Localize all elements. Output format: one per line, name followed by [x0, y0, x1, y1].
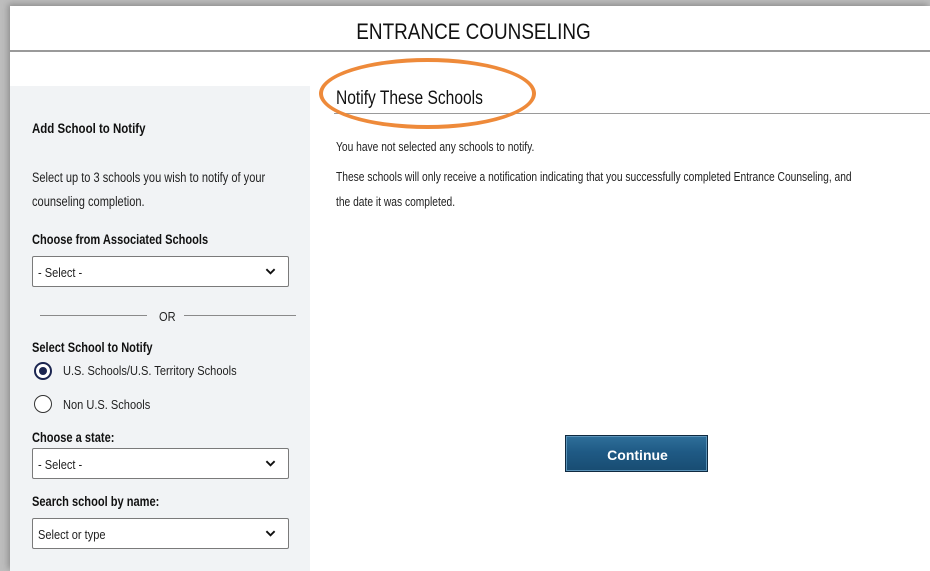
- or-divider-text: OR: [159, 309, 176, 324]
- associated-schools-select-value: - Select -: [38, 265, 83, 280]
- radio-non-us-schools-label[interactable]: Non U.S. Schools: [63, 397, 166, 412]
- page-frame: ENTRANCE COUNSELING Add School to Notify…: [10, 6, 930, 571]
- state-select[interactable]: - Select -: [32, 448, 289, 479]
- or-divider: OR: [32, 309, 298, 324]
- no-selection-message: You have not selected any schools to not…: [336, 140, 578, 154]
- select-school-label-text: Select School to Notify: [32, 340, 153, 355]
- search-school-label-text: Search school by name:: [32, 494, 160, 509]
- choose-state-label: Choose a state:: [32, 430, 133, 445]
- state-select-value: - Select -: [38, 457, 83, 472]
- chevron-down-icon: [265, 530, 276, 537]
- continue-button[interactable]: Continue: [565, 435, 708, 472]
- no-selection-message-text: You have not selected any schools to not…: [336, 140, 535, 154]
- sidebar-description-line1: Select up to 3 schools you wish to notif…: [32, 170, 266, 185]
- choose-state-label-text: Choose a state:: [32, 430, 115, 445]
- notification-info-line1: These schools will only receive a notifi…: [336, 170, 930, 184]
- add-school-sidebar: Add School to Notify Select up to 3 scho…: [10, 86, 310, 571]
- sidebar-description-line2: counseling completion.: [32, 194, 145, 209]
- notification-info-line1-text: These schools will only receive a notifi…: [336, 170, 852, 184]
- continue-button-label: Continue: [607, 447, 668, 463]
- radio-non-us-schools-label-text: Non U.S. Schools: [63, 397, 151, 412]
- page-header: ENTRANCE COUNSELING: [10, 6, 930, 52]
- radio-us-schools[interactable]: [34, 362, 52, 380]
- select-school-label: Select School to Notify: [32, 340, 179, 355]
- associated-schools-label-text: Choose from Associated Schools: [32, 232, 209, 247]
- sidebar-description: Select up to 3 schools you wish to notif…: [32, 166, 316, 214]
- chevron-down-icon: [265, 268, 276, 275]
- search-school-select-value: Select or type: [38, 527, 106, 542]
- notification-info-line2-text: the date it was completed.: [336, 195, 456, 209]
- highlight-ellipse-annotation: [319, 58, 536, 129]
- associated-schools-select[interactable]: - Select -: [32, 256, 289, 287]
- radio-non-us-schools[interactable]: [34, 395, 52, 413]
- sidebar-heading: Add School to Notify: [32, 120, 170, 136]
- or-divider-line-left: [40, 315, 147, 316]
- sidebar-heading-text: Add School to Notify: [32, 120, 146, 136]
- chevron-down-icon: [265, 460, 276, 467]
- notification-info-line2: the date it was completed.: [336, 195, 481, 209]
- page-title: ENTRANCE COUNSELING: [356, 19, 591, 44]
- radio-us-schools-label[interactable]: U.S. Schools/U.S. Territory Schools: [63, 363, 267, 378]
- or-divider-line-right: [184, 315, 296, 316]
- search-school-label: Search school by name:: [32, 494, 187, 509]
- search-school-select[interactable]: Select or type: [32, 518, 289, 549]
- radio-us-schools-label-text: U.S. Schools/U.S. Territory Schools: [63, 363, 237, 378]
- associated-schools-label: Choose from Associated Schools: [32, 232, 247, 247]
